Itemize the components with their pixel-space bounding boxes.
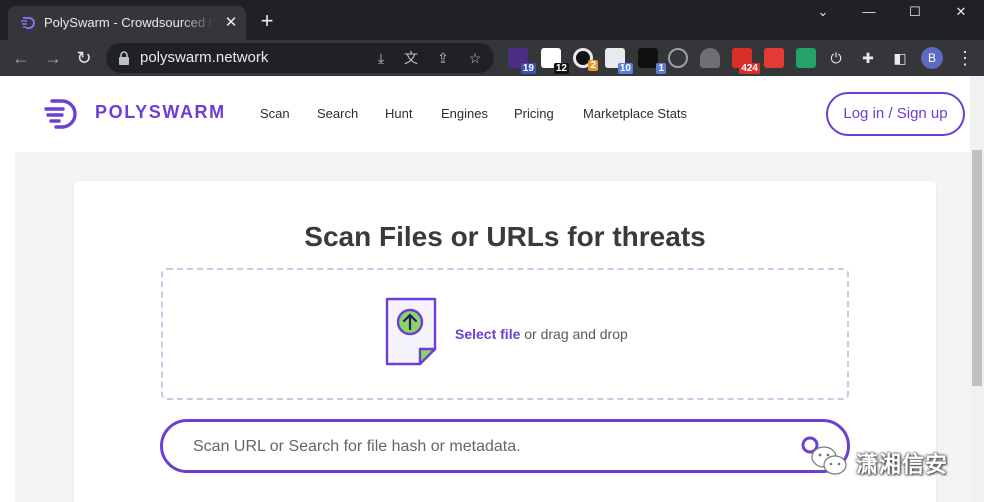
scan-search-input[interactable] bbox=[193, 435, 773, 459]
watermark-text: 潇湘信安 bbox=[856, 452, 949, 477]
file-dropzone[interactable]: Select file or drag and drop bbox=[161, 268, 849, 400]
nav-link-marketplace-stats[interactable]: Marketplace Stats bbox=[583, 106, 687, 121]
extension-2-badge: 12 bbox=[553, 63, 569, 74]
site-header: POLYSWARM Scan Search Hunt Engines Prici… bbox=[0, 76, 970, 152]
nav-link-engines[interactable]: Engines bbox=[441, 106, 488, 121]
extension-4-badge: 10 bbox=[617, 63, 633, 74]
page-viewport: POLYSWARM Scan Search Hunt Engines Prici… bbox=[0, 76, 970, 502]
nav-link-search[interactable]: Search bbox=[317, 106, 358, 121]
power-icon[interactable]: ⏻ bbox=[827, 49, 845, 67]
extension-6-icon[interactable] bbox=[668, 48, 688, 68]
back-arrow-icon[interactable]: ← bbox=[8, 45, 34, 71]
bookmark-star-icon[interactable]: ☆ bbox=[466, 49, 484, 67]
extension-1-icon[interactable]: 19 bbox=[508, 48, 536, 74]
nav-link-hunt[interactable]: Hunt bbox=[385, 106, 412, 121]
nav-link-pricing[interactable]: Pricing bbox=[514, 106, 554, 121]
page-title: Scan Files or URLs for threats bbox=[304, 221, 706, 252]
page-scrollbar[interactable] bbox=[970, 76, 984, 502]
extension-4-icon[interactable]: 10 bbox=[605, 48, 633, 74]
file-upload-icon bbox=[385, 297, 437, 366]
extension-7-icon[interactable] bbox=[700, 48, 720, 68]
extension-3-icon[interactable]: 2 bbox=[573, 48, 598, 71]
lock-icon bbox=[119, 51, 129, 65]
select-file-link[interactable]: Select file bbox=[455, 326, 520, 342]
scan-card: Scan Files or URLs for threats Select fi… bbox=[74, 181, 936, 502]
drag-drop-label: or drag and drop bbox=[520, 326, 628, 342]
code-extension-icon[interactable] bbox=[796, 48, 816, 68]
browser-tab-active[interactable]: PolySwarm - Crowdsourced threat detectio… bbox=[8, 6, 246, 40]
address-bar[interactable]: polyswarm.network ⤓ 文 ⇪ ☆ bbox=[106, 43, 494, 73]
tab-close-icon[interactable]: ✕ bbox=[222, 14, 240, 32]
profile-avatar[interactable]: B bbox=[921, 47, 943, 69]
scan-search-bar[interactable] bbox=[160, 419, 850, 473]
scrollbar-thumb[interactable] bbox=[972, 150, 982, 386]
polyswarm-logo-icon[interactable] bbox=[44, 98, 80, 130]
maximize-button[interactable]: ☐ bbox=[892, 0, 938, 26]
new-tab-button[interactable]: + bbox=[256, 10, 278, 32]
extension-1-badge: 19 bbox=[520, 63, 536, 74]
url-text: polyswarm.network bbox=[140, 49, 269, 66]
logo-text[interactable]: POLYSWARM bbox=[95, 102, 226, 123]
forward-arrow-icon[interactable]: → bbox=[40, 45, 66, 71]
mail-extension-badge: 424 bbox=[739, 63, 760, 74]
translate-icon[interactable]: 文 bbox=[402, 49, 420, 67]
browser-menu-icon[interactable]: ⋮ bbox=[956, 46, 974, 70]
reload-icon[interactable]: ↻ bbox=[71, 45, 97, 71]
extension-5-badge: 1 bbox=[656, 63, 666, 74]
extension-3-badge: 2 bbox=[588, 60, 598, 71]
mail-extension-icon[interactable]: 424 bbox=[732, 48, 760, 74]
watermark: 潇湘信安 bbox=[810, 440, 970, 480]
close-window-button[interactable]: ✕ bbox=[938, 0, 984, 26]
share-icon[interactable]: ⇪ bbox=[434, 49, 452, 67]
browser-toolbar: ← → ↻ polyswarm.network ⤓ 文 ⇪ ☆ 19 12 2 … bbox=[0, 40, 984, 76]
dropzone-text: Select file or drag and drop bbox=[455, 326, 628, 342]
nav-link-scan[interactable]: Scan bbox=[260, 106, 290, 121]
install-app-icon[interactable]: ⤓ bbox=[372, 49, 390, 67]
tab-search-icon[interactable]: ⌄ bbox=[800, 0, 846, 26]
tab-title: PolySwarm - Crowdsourced threat detectio… bbox=[44, 15, 214, 30]
extensions-puzzle-icon[interactable]: ✚ bbox=[859, 49, 877, 67]
extension-9-icon[interactable] bbox=[764, 48, 784, 68]
wechat-icon bbox=[811, 446, 847, 475]
login-signup-button[interactable]: Log in / Sign up bbox=[826, 92, 965, 136]
polyswarm-favicon-icon bbox=[21, 17, 35, 29]
side-panel-icon[interactable]: ◧ bbox=[891, 49, 909, 67]
extension-2-icon[interactable]: 12 bbox=[541, 48, 569, 74]
browser-tab-strip: PolySwarm - Crowdsourced threat detectio… bbox=[0, 0, 984, 40]
extension-5-icon[interactable]: 1 bbox=[638, 48, 666, 74]
minimize-button[interactable]: — bbox=[846, 0, 892, 26]
